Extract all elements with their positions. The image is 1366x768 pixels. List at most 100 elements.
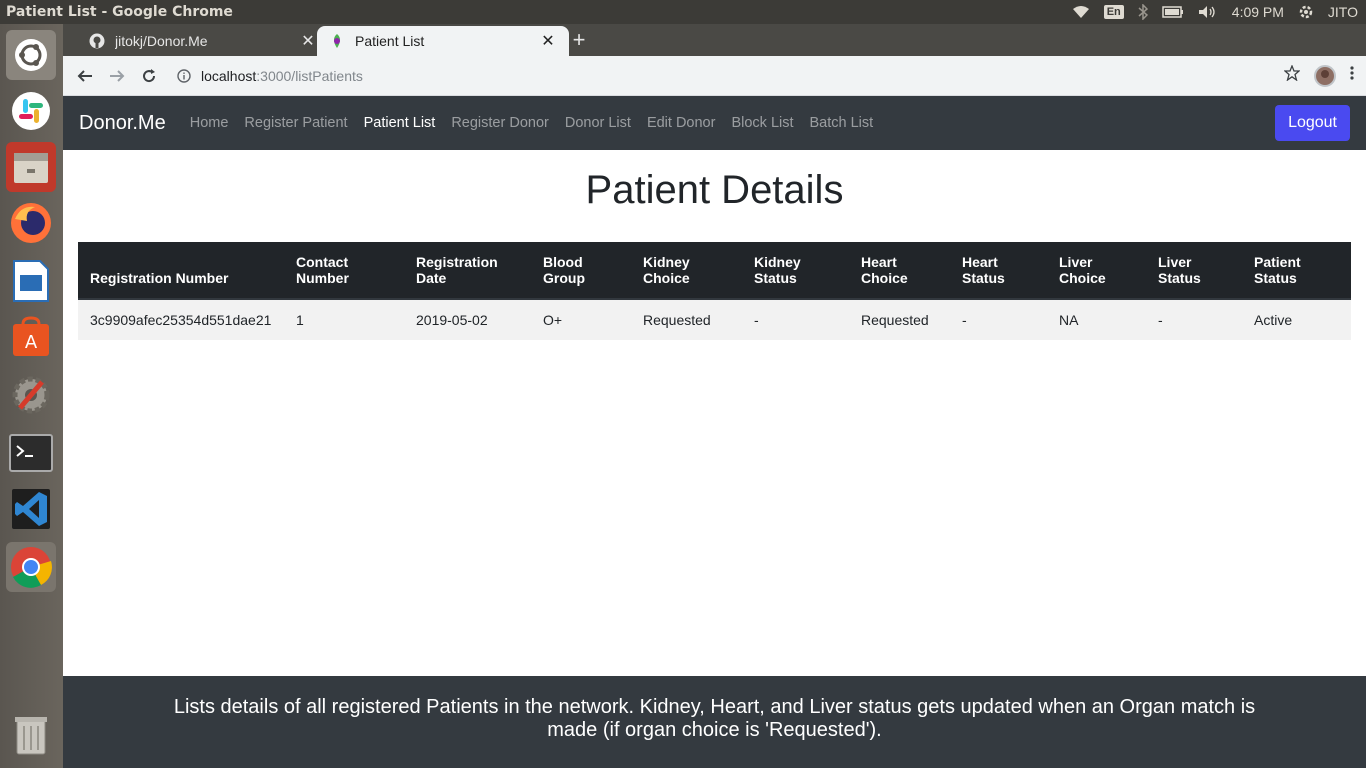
tab-patient-list[interactable]: Patient List ✕ [317, 26, 569, 56]
header-line-2: Choice [1059, 270, 1106, 286]
header-line-2: Choice [643, 270, 690, 286]
url-host: localhost [201, 67, 257, 84]
cell-contact-number: 1 [284, 298, 404, 340]
nav-links: Home Register Patient Patient List Regis… [182, 115, 1275, 131]
github-icon [89, 33, 105, 49]
header-line-1: Contact [296, 254, 349, 270]
column-header: Patient Status [1242, 242, 1351, 300]
cell-heart-choice: Requested [849, 298, 950, 340]
nav-link-register-patient[interactable]: Register Patient [236, 115, 355, 131]
table-row: 3c9909afec25354d551dae21 1 2019-05-02 O+… [78, 298, 1351, 340]
cell-blood-group: O+ [531, 298, 631, 340]
header-line-1: Registration [416, 254, 498, 270]
header-line-1: Kidney [643, 254, 690, 270]
header-line-2: Choice [861, 270, 908, 286]
bluetooth-icon[interactable] [1138, 4, 1148, 20]
brand-link[interactable]: Donor.Me [79, 112, 166, 135]
cell-kidney-choice: Requested [631, 298, 742, 340]
back-button[interactable] [69, 60, 101, 92]
header-line-2: Status [1254, 270, 1297, 286]
close-icon[interactable]: ✕ [299, 31, 317, 51]
system-settings-icon[interactable] [6, 370, 56, 420]
profile-avatar[interactable] [1314, 64, 1336, 87]
nav-link-edit-donor[interactable]: Edit Donor [639, 115, 724, 131]
tab-title: Patient List [355, 33, 425, 49]
reload-button[interactable] [133, 60, 165, 92]
page-footer: Lists details of all registered Patients… [63, 676, 1366, 768]
header-line-1: Liver [1158, 254, 1192, 270]
header-line-2: Number [296, 270, 349, 286]
header-line-2: Date [416, 270, 447, 286]
keyboard-language-indicator[interactable]: En [1103, 5, 1124, 19]
header-line-1: Heart [962, 254, 998, 270]
column-header: Blood Group [531, 242, 631, 300]
terminal-icon[interactable] [6, 428, 56, 478]
files-icon[interactable] [6, 142, 56, 192]
wifi-icon[interactable] [1072, 5, 1090, 19]
ubuntu-dash-icon[interactable] [6, 30, 56, 80]
browser-window: jitokj/Donor.Me ✕ Patient List ✕ + local… [63, 24, 1366, 768]
clock[interactable]: 4:09 PM [1232, 4, 1284, 20]
chrome-icon[interactable] [6, 542, 56, 592]
header-line-1: Patient [1254, 254, 1301, 270]
bookmark-star-icon[interactable] [1283, 64, 1301, 86]
logout-button[interactable]: Logout [1275, 105, 1350, 141]
column-header: Registration Date [404, 242, 531, 300]
forward-button[interactable] [101, 60, 133, 92]
nav-link-donor-list[interactable]: Donor List [557, 115, 639, 131]
header-line-1: Heart [861, 254, 897, 270]
footer-text: Lists details of all registered Patients… [173, 696, 1256, 741]
nav-link-home[interactable]: Home [182, 115, 237, 131]
nav-link-batch-list[interactable]: Batch List [802, 115, 882, 131]
ubuntu-launcher: A [0, 24, 63, 768]
page-title: Patient Details [585, 168, 844, 212]
site-navbar: Donor.Me Home Register Patient Patient L… [63, 96, 1366, 150]
header-line-2: Group [543, 270, 585, 286]
close-icon[interactable]: ✕ [539, 31, 557, 51]
nav-link-patient-list[interactable]: Patient List [356, 115, 444, 131]
column-header: Registration Number [78, 242, 284, 300]
new-tab-button[interactable]: + [567, 27, 591, 52]
url-path: :3000/listPatients [256, 67, 363, 84]
cell-registration-date: 2019-05-02 [404, 298, 531, 340]
header-line-1: Kidney [754, 254, 801, 270]
column-header: Liver Status [1146, 242, 1242, 300]
header-line-1: Liver [1059, 254, 1093, 270]
column-header: Kidney Status [742, 242, 849, 300]
column-header: Contact Number [284, 242, 404, 300]
header-line-2: Status [754, 270, 797, 286]
column-header: Liver Choice [1047, 242, 1146, 300]
gear-icon[interactable] [1298, 4, 1314, 20]
nav-link-block-list[interactable]: Block List [723, 115, 801, 131]
user-name[interactable]: JITO [1328, 4, 1358, 20]
column-header: Kidney Choice [631, 242, 742, 300]
tab-github[interactable]: jitokj/Donor.Me ✕ [77, 26, 329, 56]
column-header: Heart Status [950, 242, 1047, 300]
nav-link-register-donor[interactable]: Register Donor [443, 115, 557, 131]
cell-liver-status: - [1146, 298, 1242, 340]
header-line-1: Registration Number [90, 270, 229, 286]
vscode-icon[interactable] [6, 484, 56, 534]
web-page: Donor.Me Home Register Patient Patient L… [63, 96, 1366, 768]
cell-kidney-status: - [742, 298, 849, 340]
cell-liver-choice: NA [1047, 298, 1146, 340]
header-line-2: Status [962, 270, 1005, 286]
trash-icon[interactable] [6, 710, 56, 760]
window-title: Patient List - Google Chrome [6, 4, 233, 20]
patient-table-container: Registration Number Contact Number Regist… [78, 242, 1351, 340]
volume-icon[interactable] [1198, 5, 1218, 19]
info-icon[interactable] [175, 67, 193, 85]
cell-heart-status: - [950, 298, 1047, 340]
header-line-2: Status [1158, 270, 1201, 286]
more-menu-icon[interactable] [1350, 65, 1354, 86]
libreoffice-impress-icon[interactable] [6, 256, 56, 306]
system-indicators: En 4:09 PM JITO [1072, 4, 1366, 20]
slack-icon[interactable] [6, 86, 56, 136]
firefox-icon[interactable] [6, 198, 56, 248]
address-bar[interactable]: localhost:3000/listPatients [175, 61, 1284, 91]
tab-title: jitokj/Donor.Me [115, 33, 208, 49]
battery-icon[interactable] [1162, 6, 1184, 18]
table-header-row: Registration Number Contact Number Regist… [78, 242, 1351, 300]
column-header: Heart Choice [849, 242, 950, 300]
software-center-icon[interactable]: A [6, 312, 56, 362]
